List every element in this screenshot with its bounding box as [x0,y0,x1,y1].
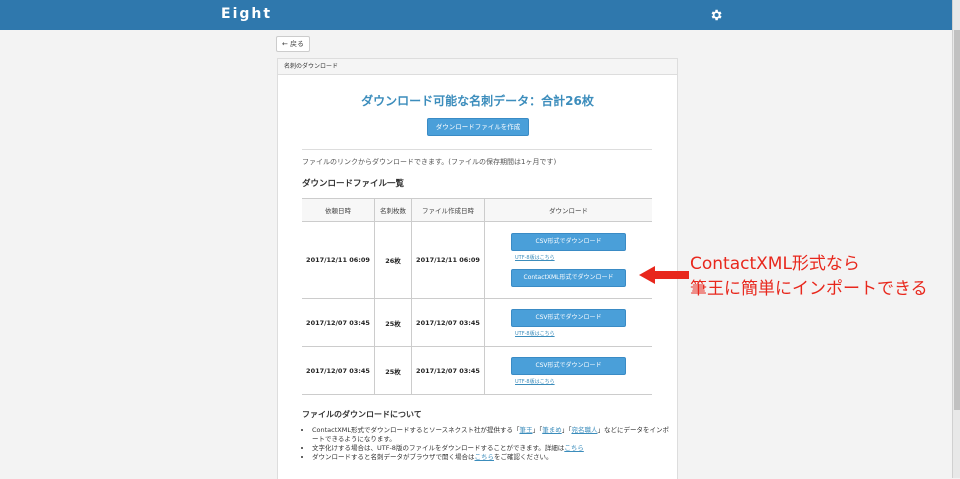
csv-download-button[interactable]: CSV形式でダウンロード [511,233,626,251]
about-download-list: ContactXML形式でダウンロードするとソースネクスト社が提供する「筆王」「… [302,426,672,462]
scrollbar-thumb[interactable] [954,30,960,410]
csv-download-button[interactable]: CSV形式でダウンロード [511,356,626,375]
download-note: ファイルのリンクからダウンロードできます。(ファイルの保存期間は1ヶ月です) [302,158,557,166]
annotation-line-2: 筆王に簡単にインポートできる [690,279,928,299]
list-item: ContactXML形式でダウンロードするとソースネクスト社が提供する「筆王」「… [312,426,672,444]
table-row: 2017/12/07 03:45 25枚 2017/12/07 03:45 CS… [302,298,652,347]
count-cell: 25枚 [374,346,412,395]
panel-title: 名刺のダウンロード [278,59,677,75]
download-file-table: 依頼日時 名刺枚数 ファイル作成日時 ダウンロード 2017/12/11 06:… [302,198,652,395]
details-link[interactable]: こちら [564,444,584,452]
create-download-file-button[interactable]: ダウンロードファイルを作成 [427,118,529,136]
arrow-left-icon [639,266,689,284]
list-item: ダウンロードすると名刺データがブラウザで開く場合はこちらをご確認ください。 [312,453,672,462]
about-text: をご確認ください。 [494,453,553,461]
download-cell: CSV形式でダウンロード UTF-8版はこちら [484,346,652,395]
link-hitsumame[interactable]: 筆まめ [542,426,562,434]
utf8-link[interactable]: UTF-8版はこちら [515,254,651,261]
link-hitsuo[interactable]: 筆王 [519,426,532,434]
divider [302,149,652,150]
page-headline: ダウンロード可能な名刺データ：合計26枚 [361,94,594,108]
about-text: ContactXML形式でダウンロードするとソースネクスト社が提供する「 [312,426,520,434]
about-text: 文字化けする場合は、UTF-8版のファイルをダウンロードすることができます。詳細… [312,444,565,452]
column-header-created: ファイル作成日時 [411,198,485,222]
link-atena-shokunin[interactable]: 宛名職人 [571,426,597,434]
column-header-download: ダウンロード [484,198,652,222]
column-header-count: 名刺枚数 [374,198,412,222]
requested-cell: 2017/12/11 06:09 [302,221,375,299]
column-header-requested: 依頼日時 [302,198,375,222]
top-nav-bar: Eight [0,0,952,30]
file-list-title: ダウンロードファイル一覧 [302,179,405,189]
about-download-title: ファイルのダウンロードについて [302,410,422,419]
about-text: 」「 [561,426,572,434]
about-text: ダウンロードすると名刺データがブラウザで開く場合は [312,453,475,461]
table-header-row: 依頼日時 名刺枚数 ファイル作成日時 ダウンロード [302,198,652,222]
annotation-callout: ContactXML形式なら 筆王に簡単にインポートできる [690,252,928,302]
vertical-scrollbar[interactable] [952,0,960,478]
app-logo[interactable]: Eight [221,6,272,22]
about-text: 」「 [532,426,543,434]
created-cell: 2017/12/07 03:45 [411,346,485,395]
utf8-link[interactable]: UTF-8版はこちら [515,378,651,385]
table-row: 2017/12/11 06:09 26枚 2017/12/11 06:09 CS… [302,221,652,299]
back-button[interactable]: ← 戻る [276,36,310,52]
count-cell: 25枚 [374,298,412,347]
download-cell: CSV形式でダウンロード UTF-8版はこちら ContactXML形式でダウン… [484,221,652,299]
browser-help-link[interactable]: こちら [475,453,495,461]
gear-icon[interactable] [709,8,723,22]
csv-download-button[interactable]: CSV形式でダウンロード [511,308,626,327]
requested-cell: 2017/12/07 03:45 [302,298,375,347]
annotation-line-1: ContactXML形式なら [690,254,860,274]
contactxml-download-button[interactable]: ContactXML形式でダウンロード [511,269,626,287]
download-cell: CSV形式でダウンロード UTF-8版はこちら [484,298,652,347]
table-row: 2017/12/07 03:45 25枚 2017/12/07 03:45 CS… [302,346,652,395]
list-item: 文字化けする場合は、UTF-8版のファイルをダウンロードすることができます。詳細… [312,444,672,453]
download-panel: 名刺のダウンロード ダウンロード可能な名刺データ：合計26枚 ダウンロードファイ… [277,58,678,479]
count-cell: 26枚 [374,221,412,299]
utf8-link[interactable]: UTF-8版はこちら [515,330,651,337]
created-cell: 2017/12/07 03:45 [411,298,485,347]
created-cell: 2017/12/11 06:09 [411,221,485,299]
requested-cell: 2017/12/07 03:45 [302,346,375,395]
